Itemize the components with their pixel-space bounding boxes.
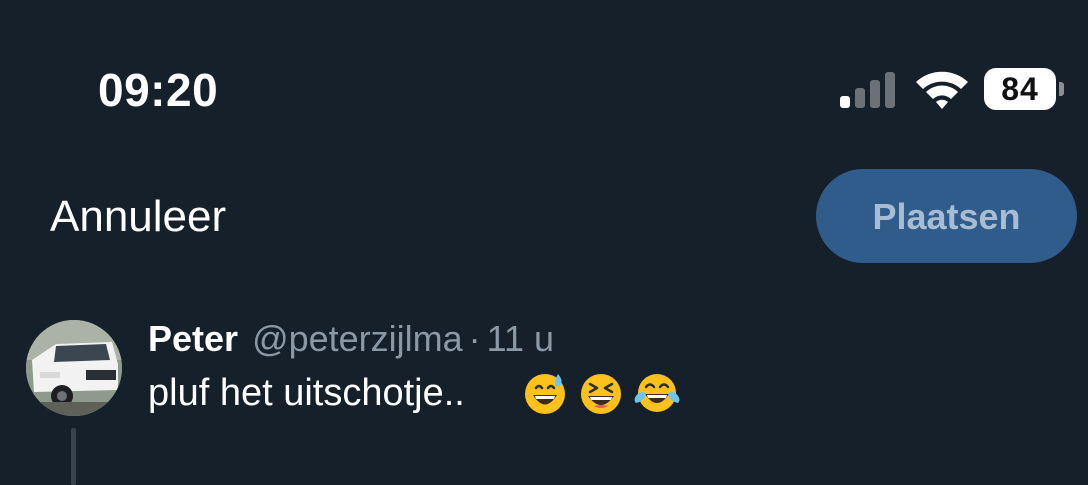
tweet-text: pluf het uitschotje.. [148, 372, 465, 414]
post-button[interactable]: Plaatsen [816, 169, 1077, 263]
signal-bar-4 [885, 72, 895, 108]
display-name[interactable]: Peter [148, 318, 238, 359]
avatar[interactable] [26, 320, 122, 416]
avatar-van-image [26, 320, 122, 416]
signal-bar-2 [855, 88, 865, 108]
status-time: 09:20 [98, 64, 219, 116]
thread-line [71, 428, 76, 485]
cellular-signal-icon [840, 70, 900, 108]
signal-bar-1 [840, 96, 850, 108]
grinning-squinting-face-icon [581, 374, 621, 414]
grinning-face-with-sweat-icon [525, 374, 565, 414]
face-with-tears-of-joy-icon [634, 374, 680, 412]
battery-level: 84 [984, 68, 1056, 110]
battery-icon: 84 [984, 68, 1064, 110]
wifi-icon [916, 71, 968, 109]
user-handle[interactable]: @peterzijlma [252, 318, 463, 359]
tweet-time: 11 u [486, 318, 555, 359]
battery-cap [1059, 82, 1064, 96]
separator-dot: · [468, 318, 481, 359]
tweet-header: Peter @peterzijlma · 11 u [148, 316, 554, 362]
emoji-row [522, 370, 680, 416]
cancel-button[interactable]: Annuleer [50, 190, 226, 244]
signal-bar-3 [870, 80, 880, 108]
